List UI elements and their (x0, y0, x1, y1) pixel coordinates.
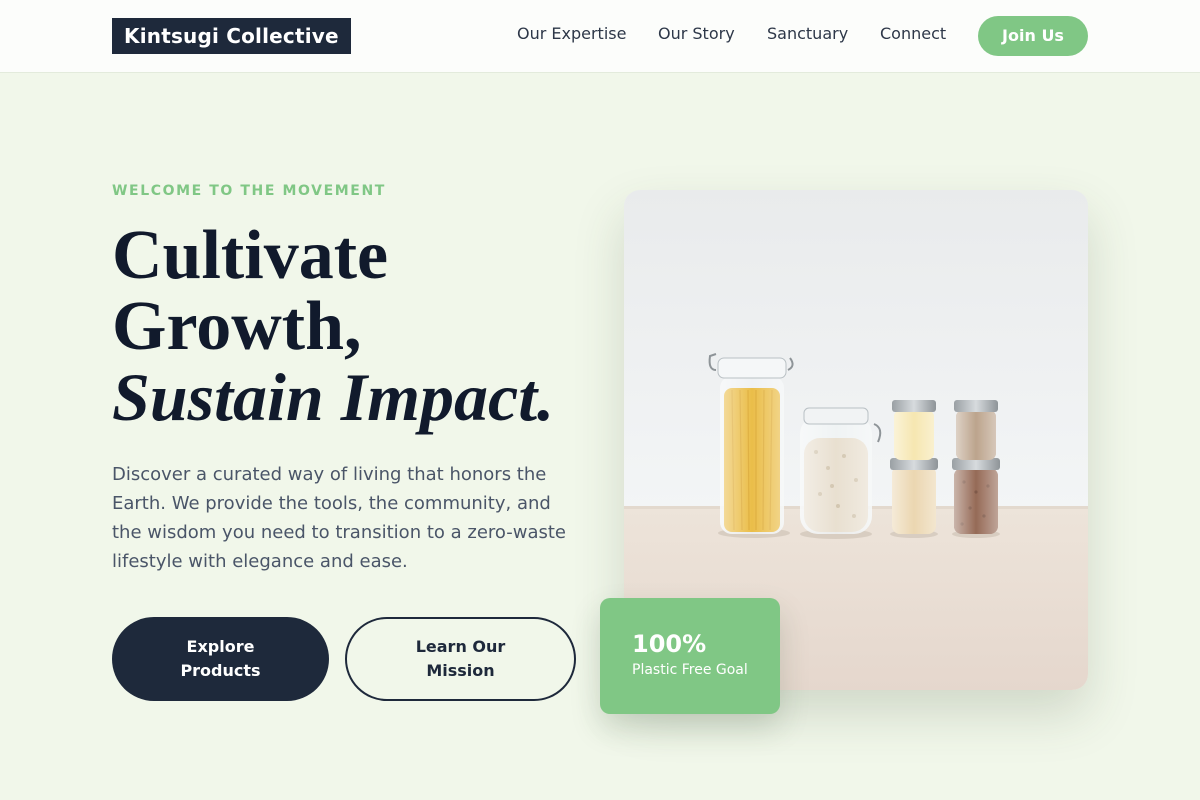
small-stacked-jars (890, 400, 938, 538)
hero-description: Discover a curated way of living that ho… (112, 464, 566, 572)
hero-headline: Cultivate Growth, Sustain Impact. (112, 220, 612, 433)
stat-value: 100% (632, 630, 707, 658)
brand-logo[interactable]: Kintsugi Collective (112, 18, 351, 54)
nav-link-our-story[interactable]: Our Story (658, 16, 735, 56)
nav-link-connect[interactable]: Connect (880, 16, 946, 56)
headline-line-2: Growth, (112, 288, 362, 365)
oats-jar (800, 407, 882, 539)
join-us-button[interactable]: Join Us (978, 16, 1088, 56)
headline-line-3: Sustain Impact. (112, 359, 555, 435)
hero-eyebrow: WELCOME TO THE MOVEMENT (112, 183, 386, 199)
stat-label: Plastic Free Goal (632, 662, 748, 678)
nav-link-our-expertise[interactable]: Our Expertise (517, 16, 626, 56)
nav-link-sanctuary[interactable]: Sanctuary (767, 16, 848, 56)
plastic-free-stat-card: 100% Plastic Free Goal (600, 598, 780, 714)
top-navbar: Kintsugi Collective Our Expertise Our St… (0, 0, 1200, 73)
spice-stacked-jars (952, 400, 1000, 538)
headline-line-1: Cultivate (112, 217, 389, 294)
spaghetti-jar (708, 353, 794, 538)
learn-our-mission-button[interactable]: Learn Our Mission (345, 617, 576, 701)
explore-products-button[interactable]: Explore Products (112, 617, 329, 701)
